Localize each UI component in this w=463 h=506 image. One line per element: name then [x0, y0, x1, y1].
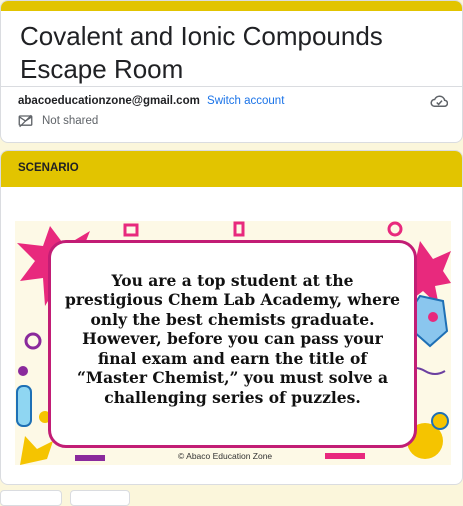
bottom-card-edge-left — [0, 490, 62, 506]
scenario-frame: You are a top student at the prestigious… — [48, 240, 417, 448]
form-title-card: Covalent and Ionic Compounds Escape Room… — [0, 0, 463, 143]
copyright-watermark: © Abaco Education Zone — [178, 451, 273, 461]
section-header: SCENARIO — [1, 151, 462, 187]
cloud-save-icon[interactable] — [430, 94, 448, 108]
shared-status-row: Not shared — [18, 114, 98, 128]
scenario-text: You are a top student at the prestigious… — [65, 270, 400, 407]
form-title: Covalent and Ionic Compounds Escape Room — [20, 21, 383, 84]
account-email: abacoeducationzone@gmail.com — [18, 95, 200, 107]
scenario-image: You are a top student at the prestigious… — [15, 221, 451, 465]
title-accent-bar — [1, 1, 462, 11]
mail-not-shared-icon — [18, 114, 33, 128]
title-divider — [1, 86, 462, 87]
scenario-section-card: SCENARIO You are a top student at the pr… — [0, 150, 463, 485]
account-row: abacoeducationzone@gmail.com Switch acco… — [18, 95, 284, 107]
switch-account-link[interactable]: Switch account — [207, 95, 284, 107]
bottom-card-edge-right — [70, 490, 130, 506]
shared-status-text: Not shared — [42, 115, 99, 127]
